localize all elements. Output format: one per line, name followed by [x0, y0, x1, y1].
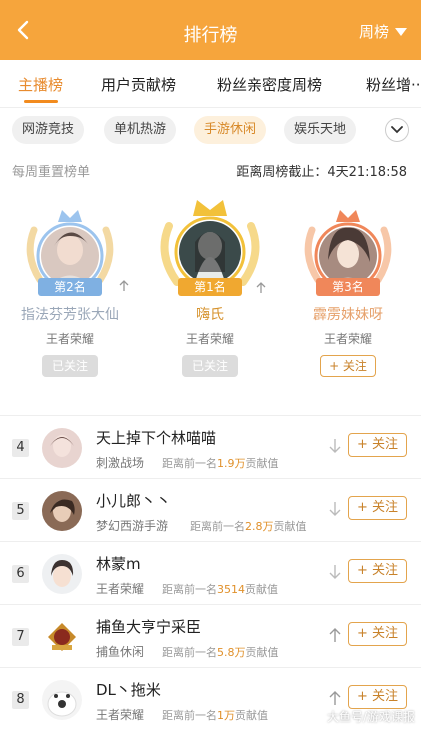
follow-button[interactable]: + 关注: [320, 355, 376, 377]
trend-down-icon: [329, 502, 341, 516]
podium-second[interactable]: 第2名 指法芬芳张大仙 王者荣耀 已关注: [10, 200, 130, 377]
podium-name: 嗨氏: [196, 307, 224, 323]
podium-third[interactable]: 第3名 霹雳妹妹呀 王者荣耀 + 关注: [288, 200, 408, 377]
chip-single-player[interactable]: 单机热游: [104, 116, 177, 144]
follow-button[interactable]: + 关注: [347, 622, 407, 646]
streamer-category: 王者荣耀: [96, 582, 145, 596]
list-item[interactable]: 5 小儿郎丶丶 梦幻西游手游 距离前一名2.8万贡献值 + 关注: [0, 478, 421, 541]
avatar[interactable]: [42, 428, 82, 468]
tab-user-contribution[interactable]: 用户贡献榜: [101, 74, 176, 95]
rank-number: 6: [12, 565, 29, 583]
chip-mobile-casual[interactable]: 手游休闲: [194, 116, 267, 144]
caret-down-icon: [395, 27, 407, 36]
rank-ribbon: 第3名: [316, 278, 380, 296]
trend-down-icon: [329, 439, 341, 453]
rank-number: 7: [12, 628, 29, 646]
period-dropdown[interactable]: 周榜: [359, 21, 407, 42]
avatar-frame: 第2名: [20, 200, 129, 300]
streamer-category: 刺激战场: [96, 456, 145, 470]
avatar[interactable]: [42, 554, 82, 594]
streamer-category: 梦幻西游手游: [96, 519, 169, 533]
rank-number: 4: [12, 439, 29, 457]
tab-anchor-rank[interactable]: 主播榜: [18, 74, 63, 95]
podium-first[interactable]: 第1名 嗨氏 王者荣耀 已关注: [150, 192, 270, 377]
gap-to-previous: 距离前一名2.8万贡献值: [190, 520, 307, 533]
list-item[interactable]: 6 林蒙m 王者荣耀 距离前一名3514贡献值 + 关注: [0, 541, 421, 604]
podium-name: 指法芬芳张大仙: [21, 307, 119, 323]
avatar[interactable]: [42, 617, 82, 657]
chip-online-games[interactable]: 网游竞技: [12, 116, 85, 144]
streamer-name: 天上掉下个林喵喵: [96, 429, 217, 447]
gap-to-previous: 距离前一名3514贡献值: [162, 583, 278, 596]
follow-button[interactable]: + 关注: [347, 559, 407, 583]
streamer-name: 捕鱼大亨宁采臣: [96, 618, 202, 636]
rank-number: 8: [12, 691, 29, 709]
reset-info-row: 每周重置榜单 距离周榜截止：4天21:18:58: [12, 161, 407, 180]
streamer-name: 小儿郎丶丶: [96, 492, 172, 510]
podium-name: 霹雳妹妹呀: [313, 307, 383, 323]
countdown-text: 距离周榜截止：4天21:18:58: [236, 165, 407, 180]
list-item[interactable]: 7 捕鱼大亨宁采臣 捕鱼休闲 距离前一名5.8万贡献值 + 关注: [0, 604, 421, 667]
followed-button[interactable]: 已关注: [181, 355, 238, 377]
avatar[interactable]: [42, 491, 82, 531]
podium-category: 王者荣耀: [185, 332, 234, 346]
streamer-category: 捕鱼休闲: [96, 645, 145, 659]
streamer-name: 林蒙m: [96, 555, 141, 573]
streamer-name: DL丶拖米: [96, 681, 161, 699]
active-tab-indicator: [24, 100, 58, 103]
list-item[interactable]: 4 天上掉下个林喵喵 刺激战场 距离前一名1.9万贡献值 + 关注: [0, 415, 421, 478]
follow-button[interactable]: + 关注: [347, 433, 407, 457]
tab-fan-intimacy[interactable]: 粉丝亲密度周榜: [217, 74, 322, 95]
trend-up-icon: [329, 691, 341, 705]
avatar-frame: 第3名: [298, 200, 398, 300]
podium-category: 王者荣耀: [45, 332, 94, 346]
gap-to-previous: 距离前一名1万贡献值: [162, 709, 268, 722]
follow-button[interactable]: + 关注: [347, 496, 407, 520]
category-chips: 网游竞技 单机热游 手游休闲 娱乐天地: [0, 116, 421, 148]
avatar[interactable]: [42, 680, 82, 720]
trend-up-icon: [256, 282, 266, 293]
followed-button[interactable]: 已关注: [41, 355, 98, 377]
rank-tabs: 主播榜 用户贡献榜 粉丝亲密度周榜 粉丝增···: [0, 60, 421, 108]
trend-down-icon: [329, 565, 341, 579]
watermark: 大鱼号/游戏课报: [326, 710, 415, 724]
chevron-down-icon[interactable]: [385, 118, 409, 142]
weekly-reset-note: 每周重置榜单: [12, 165, 91, 180]
chip-entertainment[interactable]: 娱乐天地: [284, 116, 357, 144]
app-header: 排行榜 周榜: [0, 0, 421, 60]
gap-to-previous: 距离前一名5.8万贡献值: [162, 646, 279, 659]
tab-fan-growth[interactable]: 粉丝增···: [366, 74, 421, 95]
rank-number: 5: [12, 502, 29, 520]
period-label: 周榜: [358, 23, 389, 41]
trend-up-icon: [119, 280, 129, 291]
follow-button[interactable]: + 关注: [347, 685, 407, 709]
rank-list: 4 天上掉下个林喵喵 刺激战场 距离前一名1.9万贡献值 + 关注 5 小儿郎丶…: [0, 415, 421, 730]
podium-category: 王者荣耀: [323, 332, 372, 346]
avatar-frame: 第1名: [155, 192, 266, 300]
rank-ribbon: 第2名: [38, 278, 102, 296]
gap-to-previous: 距离前一名1.9万贡献值: [162, 457, 279, 470]
page-title: 排行榜: [183, 25, 238, 46]
trend-up-icon: [329, 628, 341, 642]
rank-ribbon: 第1名: [178, 278, 242, 296]
streamer-category: 王者荣耀: [96, 708, 145, 722]
